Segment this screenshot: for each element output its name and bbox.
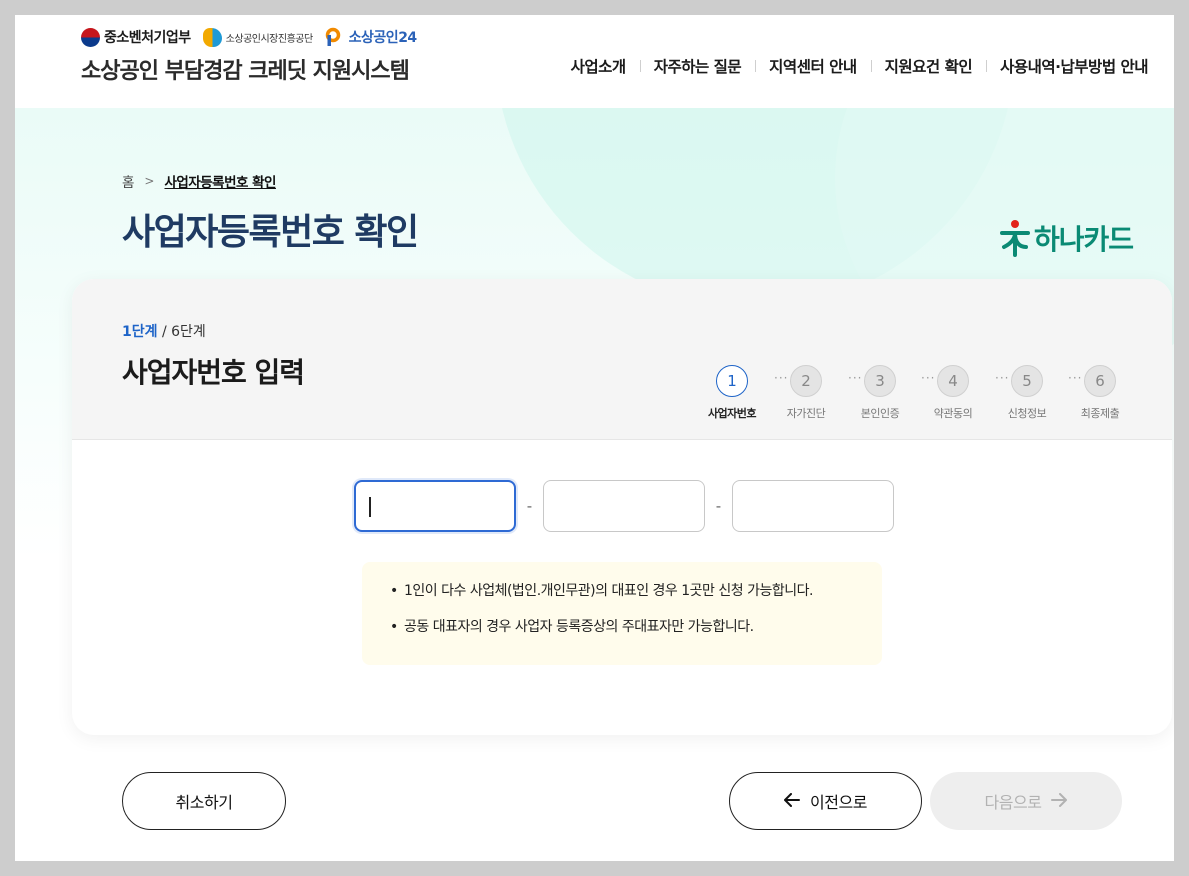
nav-item-regional-center[interactable]: 지역센터 안내 <box>755 55 870 77</box>
step-3: 3 본인인증 <box>840 365 920 421</box>
step-1: 1 사업자번호 <box>692 365 772 421</box>
business-number-part2-input[interactable] <box>543 480 705 532</box>
business-number-part3-input[interactable] <box>732 480 894 532</box>
form-title: 사업자번호 입력 <box>122 356 305 389</box>
step-label: 자가진단 <box>786 407 826 420</box>
breadcrumb-home[interactable]: 홈 <box>122 171 134 191</box>
browser-viewport: 중소벤처기업부 소상공인시장진흥공단 소상공인24 소상공인 부담경감 크레딧 … <box>15 15 1174 861</box>
step-number: 5 <box>1011 365 1043 397</box>
taegeuk-icon <box>81 27 100 47</box>
chevron-right-icon: > <box>144 174 155 188</box>
arrow-left-icon <box>784 791 801 812</box>
notice-item: 1인이 다수 사업체(법인.개인무관)의 대표인 경우 1곳만 신청 가능합니다… <box>390 582 882 601</box>
text-cursor <box>369 497 371 517</box>
hana-card-logo-text: 하나카드 <box>1034 223 1134 256</box>
logo-group: 중소벤처기업부 소상공인시장진흥공단 소상공인24 <box>81 26 417 48</box>
next-button-label: 다음으로 <box>984 793 1042 812</box>
step-label: 약관동의 <box>933 407 973 420</box>
arrow-right-icon <box>1051 791 1068 812</box>
current-step: 1단계 <box>122 324 158 340</box>
step-number: 3 <box>864 365 896 397</box>
nav-item-faq[interactable]: 자주하는 질문 <box>639 55 755 77</box>
portal-logo-text: 소상공인24 <box>348 30 418 46</box>
breadcrumb: 홈 > 사업자등록번호 확인 <box>122 171 276 191</box>
dash-separator: - <box>526 497 533 515</box>
step-2: 2 자가진단 <box>766 365 846 421</box>
agency-logo-text: 소상공인시장진흥공단 <box>225 33 314 45</box>
notice-box: 1인이 다수 사업체(법인.개인무관)의 대표인 경우 1곳만 신청 가능합니다… <box>362 562 882 665</box>
application-card: 1단계 / 6단계 사업자번호 입력 1 사업자번호 ··· 2 자가진단 ··… <box>72 279 1172 735</box>
site-title[interactable]: 소상공인 부담경감 크레딧 지원시스템 <box>81 53 410 85</box>
nav-item-usage-payment[interactable]: 사용내역·납부방법 안내 <box>986 55 1162 77</box>
nav-item-eligibility[interactable]: 지원요건 확인 <box>870 55 986 77</box>
hana-card-icon <box>1000 220 1030 257</box>
agency-logo[interactable]: 소상공인시장진흥공단 <box>202 27 314 47</box>
business-number-part1-input[interactable] <box>354 480 516 532</box>
site-header: 중소벤처기업부 소상공인시장진흥공단 소상공인24 소상공인 부담경감 크레딧 … <box>15 15 1174 108</box>
ministry-logo-text: 중소벤처기업부 <box>104 30 191 46</box>
step-number: 2 <box>790 365 822 397</box>
step-number: 4 <box>937 365 969 397</box>
cancel-button-label: 취소하기 <box>175 793 233 812</box>
next-button[interactable]: 다음으로 <box>930 772 1122 830</box>
progress-stepper: 1 사업자번호 ··· 2 자가진단 ··· 3 본인인증 ··· 4 약관동의 <box>692 365 1142 425</box>
step-6: 6 최종제출 <box>1060 365 1140 421</box>
step-label: 사업자번호 <box>707 407 757 420</box>
dash-separator: - <box>715 497 722 515</box>
total-steps: / 6단계 <box>157 324 206 340</box>
previous-button-label: 이전으로 <box>810 793 867 812</box>
page-title: 사업자등록번호 확인 <box>122 212 419 253</box>
step-label: 신청정보 <box>1007 407 1047 420</box>
step-number: 1 <box>716 365 748 397</box>
step-label: 본인인증 <box>860 407 900 420</box>
business-number-fields: - - <box>354 480 894 532</box>
step-label: 최종제출 <box>1080 407 1120 420</box>
agency-emblem-icon <box>202 27 222 47</box>
hana-card-logo: 하나카드 <box>1000 218 1134 258</box>
ministry-logo[interactable]: 중소벤처기업부 <box>81 27 191 47</box>
p-mark-icon <box>325 27 345 47</box>
breadcrumb-current[interactable]: 사업자등록번호 확인 <box>164 171 276 191</box>
card-header: 1단계 / 6단계 사업자번호 입력 1 사업자번호 ··· 2 자가진단 ··… <box>72 279 1172 440</box>
cancel-button[interactable]: 취소하기 <box>122 772 286 830</box>
portal-logo[interactable]: 소상공인24 <box>325 27 417 47</box>
step-number: 6 <box>1084 365 1116 397</box>
step-5: 5 신청정보 <box>987 365 1067 421</box>
main-nav: 사업소개 자주하는 질문 지역센터 안내 지원요건 확인 사용내역·납부방법 안… <box>557 55 1162 77</box>
step-4: 4 약관동의 <box>913 365 993 421</box>
step-count: 1단계 / 6단계 <box>122 321 206 341</box>
previous-button[interactable]: 이전으로 <box>729 772 922 830</box>
nav-item-about[interactable]: 사업소개 <box>557 55 640 77</box>
notice-item: 공동 대표자의 경우 사업자 등록증상의 주대표자만 가능합니다. <box>390 618 882 637</box>
